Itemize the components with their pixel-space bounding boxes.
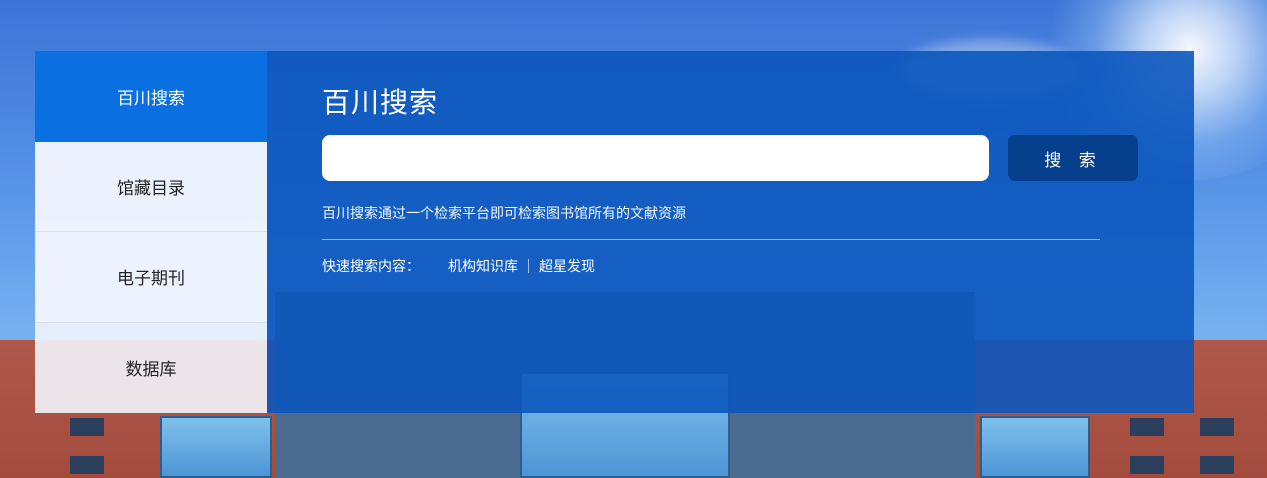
building-window [1200, 418, 1234, 436]
search-content: 百川搜索 搜 索 百川搜索通过一个检索平台即可检索图书馆所有的文献资源 快速搜索… [267, 51, 1194, 413]
search-row: 搜 索 [322, 135, 1194, 181]
quick-search: 快速搜索内容： 机构知识库 超星发现 [322, 256, 1194, 276]
search-panel: 百川搜索 馆藏目录 电子期刊 数据库 百川搜索 搜 索 百川搜索通过一个检索平台… [35, 51, 1194, 413]
building-window [1200, 456, 1234, 474]
building-window [1130, 456, 1164, 474]
building-glass-right [980, 416, 1090, 478]
sidebar: 百川搜索 馆藏目录 电子期刊 数据库 [35, 51, 267, 413]
sidebar-item-label: 电子期刊 [117, 269, 185, 290]
sidebar-item-e-journals[interactable]: 电子期刊 [35, 232, 267, 323]
sidebar-item-catalog[interactable]: 馆藏目录 [35, 141, 267, 232]
building-window [70, 456, 104, 474]
quick-search-label: 快速搜索内容： [322, 259, 420, 275]
sidebar-item-label: 数据库 [125, 360, 177, 381]
building-window [1130, 418, 1164, 436]
sidebar-item-label: 百川搜索 [117, 88, 185, 109]
sidebar-item-databases[interactable]: 数据库 [35, 322, 267, 413]
sidebar-item-baichuan-search[interactable]: 百川搜索 [35, 51, 267, 142]
divider [322, 239, 1100, 240]
search-description: 百川搜索通过一个检索平台即可检索图书馆所有的文献资源 [322, 206, 686, 222]
quick-link-institutional-repository[interactable]: 机构知识库 [448, 256, 518, 276]
quick-link-chaoxing-discovery[interactable]: 超星发现 [539, 256, 595, 276]
link-separator [528, 259, 529, 273]
page-title: 百川搜索 [322, 86, 439, 119]
building-window [70, 418, 104, 436]
building-glass-left [160, 416, 272, 478]
search-input[interactable] [322, 135, 989, 181]
search-button[interactable]: 搜 索 [1008, 135, 1138, 181]
sidebar-item-label: 馆藏目录 [117, 178, 185, 199]
